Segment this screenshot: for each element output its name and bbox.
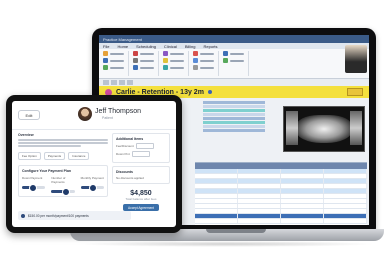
note-icon[interactable]: [163, 58, 168, 63]
ribbon: [99, 45, 369, 79]
tab-billing[interactable]: Billing: [185, 44, 196, 49]
user-icon[interactable]: [223, 51, 228, 56]
section-title: Discounts: [116, 170, 133, 174]
image-icon[interactable]: [163, 51, 168, 56]
discount-text: No discounts applied: [116, 176, 144, 180]
ribbon-group: [193, 51, 219, 76]
toolbar-button[interactable]: [111, 80, 117, 85]
monthly-payment-slider[interactable]: [80, 183, 104, 192]
tab-insurance[interactable]: Insurance: [68, 151, 90, 160]
toolbar-button[interactable]: [119, 80, 125, 85]
window-titlebar: Practice Management: [99, 35, 369, 43]
check-icon: [21, 213, 25, 218]
export-icon[interactable]: [193, 65, 198, 70]
patient-subtitle: Patient: [102, 116, 113, 120]
ribbon-group: [103, 51, 129, 76]
message-icon[interactable]: [223, 58, 228, 63]
patient-icon[interactable]: [103, 58, 108, 63]
additional-items-box: Additional Items Fee/Discount Down Pmt: [112, 133, 170, 163]
settings-icon[interactable]: [133, 58, 138, 63]
slider-label: Monthly Payment: [80, 175, 104, 180]
ledger-grid: [195, 162, 367, 225]
calendar-icon[interactable]: [103, 51, 108, 56]
alert-icon[interactable]: [133, 51, 138, 56]
tab-home[interactable]: Home: [117, 44, 128, 49]
edit-button[interactable]: Edit: [18, 110, 40, 120]
tab-fee-option[interactable]: Fee Option: [18, 151, 41, 160]
print-icon[interactable]: [193, 58, 198, 63]
row-label: Fee/Discount: [116, 144, 134, 148]
treatment-icon[interactable]: [163, 65, 168, 70]
down-payment-input[interactable]: [131, 151, 150, 157]
section-title: Overview: [18, 133, 34, 137]
fee-tabs: Fee Option Payments Insurance: [18, 151, 108, 160]
document-icon[interactable]: [133, 65, 138, 70]
status-dot-icon: [207, 90, 212, 94]
tab-scheduling[interactable]: Scheduling: [136, 44, 156, 49]
patient-name: Jeff Thompson: [95, 108, 142, 115]
right-column: Additional Items Fee/Discount Down Pmt D…: [112, 133, 170, 211]
tab-reports[interactable]: Reports: [204, 44, 218, 49]
laptop-shadow: [78, 241, 376, 247]
slider-group: Down Payment Number of Payments Monthly …: [22, 175, 104, 196]
accept-agreement-button[interactable]: Accept Agreement: [123, 204, 159, 211]
payment-plan-panel: Configure Your Payment Plan Down Payment…: [18, 164, 108, 197]
laptop-notch: [206, 229, 266, 233]
window-title: Practice Management: [103, 36, 142, 42]
slider-label: Down Payment: [22, 175, 43, 180]
down-payment-slider[interactable]: [22, 183, 46, 192]
summary-bar: $150.00 per month/payment/100 payments: [18, 211, 131, 220]
total-price: $4,850: [130, 190, 152, 197]
secondary-toolbar: [99, 79, 369, 86]
ribbon-group: [163, 51, 189, 76]
checkin-button[interactable]: [347, 88, 363, 96]
tablet-screen: Edit Jeff Thompson Patient Overview Fee …: [12, 101, 176, 227]
summary-text: $150.00 per month/payment/100 payments: [28, 213, 89, 218]
avatar: [78, 107, 92, 121]
tab-payments[interactable]: Payments: [43, 151, 66, 160]
marketing-image: Practice Management File Home Scheduling…: [0, 0, 385, 268]
fee-input[interactable]: [135, 143, 154, 149]
section-title: Additional Items: [116, 137, 144, 141]
toolbar-button[interactable]: [127, 80, 133, 85]
number-of-payments-slider[interactable]: [51, 187, 75, 196]
xray-image[interactable]: [283, 106, 365, 152]
billing-icon[interactable]: [193, 51, 198, 56]
total-price-caption: Total balance after fees: [125, 197, 157, 201]
chart-icon[interactable]: [103, 65, 108, 70]
table-row[interactable]: [195, 219, 367, 224]
ribbon-group: [223, 51, 249, 76]
ribbon-group: [133, 51, 159, 76]
row-label: Down Pmt: [116, 152, 130, 156]
toolbar-button[interactable]: [103, 80, 109, 85]
slider-label: Number of Payments: [51, 175, 66, 184]
tablet-header: Edit Jeff Thompson Patient: [12, 101, 176, 130]
tab-file[interactable]: File: [103, 44, 109, 49]
section-title: Configure Your Payment Plan: [22, 168, 72, 173]
tab-clinical[interactable]: Clinical: [164, 44, 177, 49]
discounts-box: Discounts No discounts applied: [112, 166, 170, 184]
info-panel: [203, 100, 265, 160]
left-column: Overview Fee Option Payments Insurance C…: [18, 133, 108, 197]
doctor-avatar: [345, 45, 367, 73]
